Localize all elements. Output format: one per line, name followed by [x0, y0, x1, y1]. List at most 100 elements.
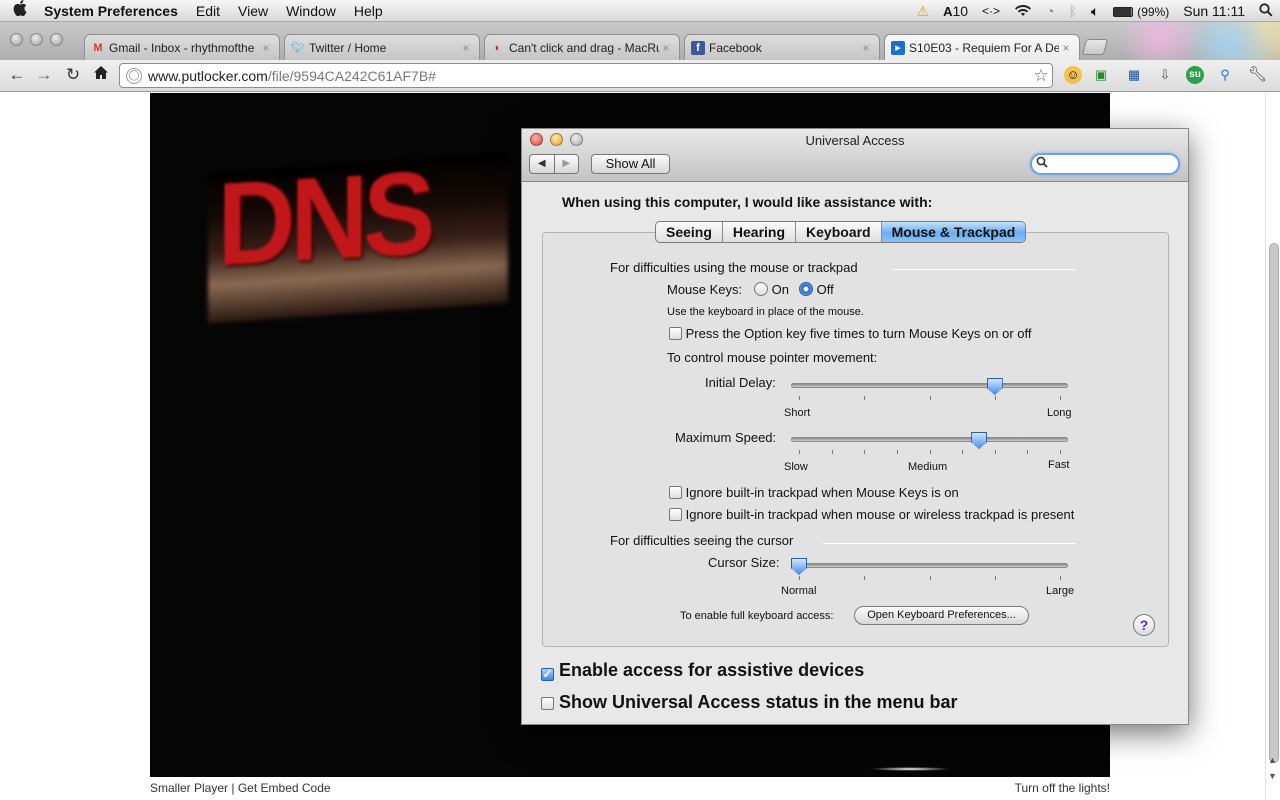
warning-icon[interactable]: ⚠ [910, 3, 937, 20]
page-scrollbar[interactable]: ▲ ▼ [1265, 93, 1280, 800]
ignore-trackpad-mousekeys-row[interactable]: Ignore built-in trackpad when Mouse Keys… [669, 485, 959, 500]
max-speed-slider[interactable] [791, 437, 1068, 442]
initial-delay-slider[interactable] [791, 383, 1068, 388]
close-tab-icon[interactable]: × [659, 41, 673, 55]
search-input[interactable] [1052, 156, 1172, 172]
tab-putlocker[interactable]: ▸ S10E03 - Requiem For A Dea × [884, 34, 1080, 61]
mouse-keys-off-radio[interactable] [799, 282, 813, 296]
tab-title: Can't click and drag - MacRu [509, 40, 659, 55]
cursor-size-knob[interactable] [791, 558, 807, 575]
extension-grid-icon[interactable]: ▦ [1125, 66, 1143, 84]
footer-separator: | [231, 781, 235, 795]
mouse-keys-off-option[interactable]: Off [799, 282, 834, 297]
extension-download-icon[interactable]: ⇩ [1156, 66, 1174, 84]
assistive-devices-label: Enable access for assistive devices [559, 660, 865, 680]
tab-title: Facebook [709, 40, 762, 55]
wifi-icon[interactable] [1007, 3, 1039, 20]
tab-seeing[interactable]: Seeing [656, 222, 722, 242]
tab-hearing[interactable]: Hearing [721, 222, 795, 242]
browser-minimize-button[interactable] [30, 33, 43, 46]
turn-off-lights-link[interactable]: Turn off the lights! [1015, 781, 1110, 795]
slider-tick [799, 576, 800, 580]
tab-twitter[interactable]: 🐦︎ Twitter / Home × [284, 34, 480, 60]
forward-arrow-icon[interactable]: ▶ [553, 155, 579, 173]
embed-code-link[interactable]: Get Embed Code [238, 781, 331, 795]
back-icon[interactable]: ← [6, 64, 28, 86]
battery-indicator[interactable]: (99%) [1106, 3, 1176, 19]
status-menu-row[interactable]: Show Universal Access status in the menu… [541, 692, 957, 713]
max-speed-knob[interactable] [971, 432, 988, 449]
ignore-trackpad-wireless-checkbox[interactable] [669, 508, 682, 521]
ignore-trackpad-mousekeys-checkbox[interactable] [669, 486, 682, 499]
code-arrows-icon[interactable]: <·> [975, 4, 1007, 18]
mouse-keys-on-option[interactable]: On [754, 282, 789, 297]
browser-tab-strip: M Gmail - Inbox - rhythmofthe × 🐦︎ Twitt… [0, 22, 1280, 61]
tab-macrumors[interactable]: ◐ Can't click and drag - MacRu × [484, 34, 680, 60]
close-tab-icon[interactable]: × [859, 41, 873, 55]
slider-tick [1060, 576, 1061, 580]
tab-gmail[interactable]: M Gmail - Inbox - rhythmofthe × [84, 34, 280, 60]
browser-close-button[interactable] [10, 33, 23, 46]
assistive-devices-row[interactable]: ✓ Enable access for assistive devices [541, 660, 864, 681]
slider-tick [832, 450, 833, 454]
max-speed-mid-label: Medium [908, 461, 948, 473]
slider-tick [930, 450, 931, 454]
slider-tick [930, 396, 931, 400]
close-tab-icon[interactable]: × [1059, 41, 1073, 55]
forward-icon[interactable]: → [33, 64, 55, 86]
browser-toolbar: ← → ↻ ◯ www.putlocker.com/file/9594CA242… [0, 60, 1280, 92]
bookmark-star-icon[interactable]: ☆ [1030, 66, 1052, 86]
option-key-row[interactable]: Press the Option key five times to turn … [669, 326, 1032, 341]
open-keyboard-preferences-button[interactable]: Open Keyboard Preferences... [854, 606, 1029, 625]
option-key-checkbox[interactable] [669, 327, 682, 340]
scrollbar-thumb[interactable] [1269, 243, 1279, 763]
scroll-up-icon[interactable]: ▲ [1268, 755, 1277, 765]
show-all-button[interactable]: Show All [591, 154, 670, 174]
menu-bar: System Preferences Edit View Window Help… [0, 0, 1280, 22]
tab-keyboard[interactable]: Keyboard [795, 222, 881, 242]
menu-edit[interactable]: Edit [187, 3, 229, 19]
url-text[interactable]: www.putlocker.com/file/9594CA242C61AF7B# [148, 68, 1030, 84]
cursor-size-slider[interactable] [791, 563, 1068, 568]
tab-mouse-trackpad[interactable]: Mouse & Trackpad [880, 222, 1026, 242]
search-field[interactable] [1030, 153, 1180, 175]
menu-window[interactable]: Window [277, 3, 345, 19]
globe-icon: ◯ [126, 67, 142, 84]
close-tab-icon[interactable]: × [459, 41, 473, 55]
menubar-clock[interactable]: Sun 11:11 [1176, 3, 1252, 19]
adobe-updater-icon[interactable]: A10 [936, 3, 975, 19]
menu-help[interactable]: Help [345, 3, 392, 19]
address-bar[interactable]: ◯ www.putlocker.com/file/9594CA242C61AF7… [119, 63, 1053, 88]
ignore-trackpad-wireless-row[interactable]: Ignore built-in trackpad when mouse or w… [669, 507, 1074, 522]
close-tab-icon[interactable]: × [259, 41, 273, 55]
extension-search-icon[interactable]: ⚲ [1216, 66, 1234, 84]
window-titlebar: Universal Access ◀ ▶ Show All [522, 129, 1188, 182]
gmail-icon: M [93, 41, 103, 54]
reload-icon[interactable]: ↻ [62, 64, 84, 86]
extension-stumbleupon-icon[interactable]: su [1186, 66, 1204, 84]
extension-evernote-icon[interactable]: ▣ [1092, 66, 1110, 84]
tab-facebook[interactable]: f Facebook × [684, 34, 880, 60]
extension-smiley-icon[interactable]: ☺ [1064, 66, 1082, 84]
assistive-devices-checkbox[interactable]: ✓ [541, 668, 554, 681]
status-menu-checkbox[interactable] [541, 697, 554, 710]
time-machine-icon[interactable]: ◔ [1039, 3, 1061, 19]
back-arrow-icon[interactable]: ◀ [530, 155, 554, 173]
initial-delay-knob[interactable] [986, 378, 1003, 395]
spotlight-icon[interactable] [1252, 2, 1280, 20]
wrench-menu-icon[interactable]: 🔧︎ [1248, 66, 1267, 84]
help-button[interactable]: ? [1133, 614, 1155, 636]
apple-menu-icon[interactable] [0, 0, 40, 21]
slider-tick [897, 450, 898, 454]
bluetooth-icon[interactable]: ᛒ [1062, 3, 1084, 19]
menu-view[interactable]: View [229, 3, 277, 19]
new-tab-button[interactable] [1081, 39, 1109, 55]
menu-app-name[interactable]: System Preferences [40, 3, 187, 19]
scroll-down-icon[interactable]: ▼ [1268, 771, 1277, 781]
slider-tick [995, 450, 996, 454]
volume-icon[interactable]: 🔈︎ [1084, 3, 1106, 20]
mouse-keys-on-radio[interactable] [754, 282, 768, 296]
home-icon[interactable] [90, 64, 112, 86]
browser-zoom-button[interactable] [50, 33, 63, 46]
smaller-player-link[interactable]: Smaller Player [150, 781, 228, 795]
